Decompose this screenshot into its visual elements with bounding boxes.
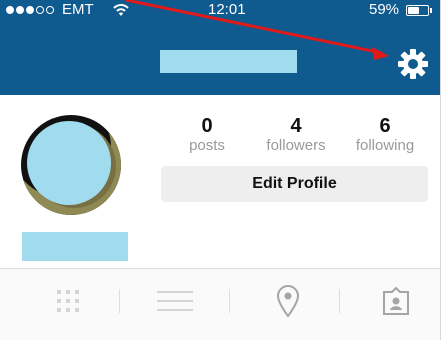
signal-dots-icon: [6, 6, 54, 14]
posts-label: posts: [189, 137, 225, 154]
edit-profile-button[interactable]: Edit Profile: [161, 166, 428, 202]
followers-count: 4: [290, 115, 302, 137]
posts-count: 0: [201, 115, 213, 137]
stat-followers[interactable]: 4 followers: [256, 115, 336, 155]
tab-divider: [229, 289, 230, 313]
username-redaction: [160, 50, 297, 73]
followers-label: followers: [266, 137, 326, 154]
grid-icon[interactable]: [18, 281, 118, 321]
tagged-photos-icon-glyph: [383, 286, 409, 315]
gear-icon[interactable]: [396, 47, 430, 81]
battery-cap: [430, 8, 432, 13]
avatar[interactable]: [21, 115, 121, 215]
battery-level-fill: [408, 7, 419, 14]
location-pin-icon-glyph: [276, 285, 300, 318]
signal-dot: [16, 6, 24, 14]
location-pin-icon[interactable]: [238, 281, 338, 321]
tagged-photos-icon[interactable]: [346, 281, 440, 321]
following-label: following: [355, 137, 415, 154]
status-bar: EMT 12:01 59%: [0, 0, 440, 20]
list-icon[interactable]: [125, 281, 225, 321]
tab-divider: [339, 289, 340, 313]
avatar-redaction: [27, 121, 111, 205]
list-icon-glyph: [157, 291, 193, 311]
battery-icon: [406, 5, 429, 16]
grid-icon-glyph: [57, 290, 79, 312]
status-time: 12:01: [208, 1, 246, 18]
profile-header: [0, 20, 440, 95]
carrier-name: EMT: [62, 1, 94, 18]
battery-percent: 59%: [369, 1, 400, 18]
tab-divider: [119, 289, 120, 313]
profile-section: 0 posts 4 followers 6 following Edit Pro…: [0, 95, 440, 269]
signal-dot: [26, 6, 34, 14]
signal-dot: [36, 6, 44, 14]
signal-dot: [46, 6, 54, 14]
wifi-icon: [113, 4, 129, 16]
full-name-redaction: [22, 232, 128, 261]
instagram-profile-screen: EMT 12:01 59% 0 posts 4 followers 6 foll…: [0, 0, 441, 340]
following-count: 6: [379, 115, 391, 137]
signal-dot: [6, 6, 14, 14]
stat-following[interactable]: 6 following: [345, 115, 425, 155]
stat-posts[interactable]: 0 posts: [167, 115, 247, 155]
profile-tabs: [0, 269, 440, 340]
